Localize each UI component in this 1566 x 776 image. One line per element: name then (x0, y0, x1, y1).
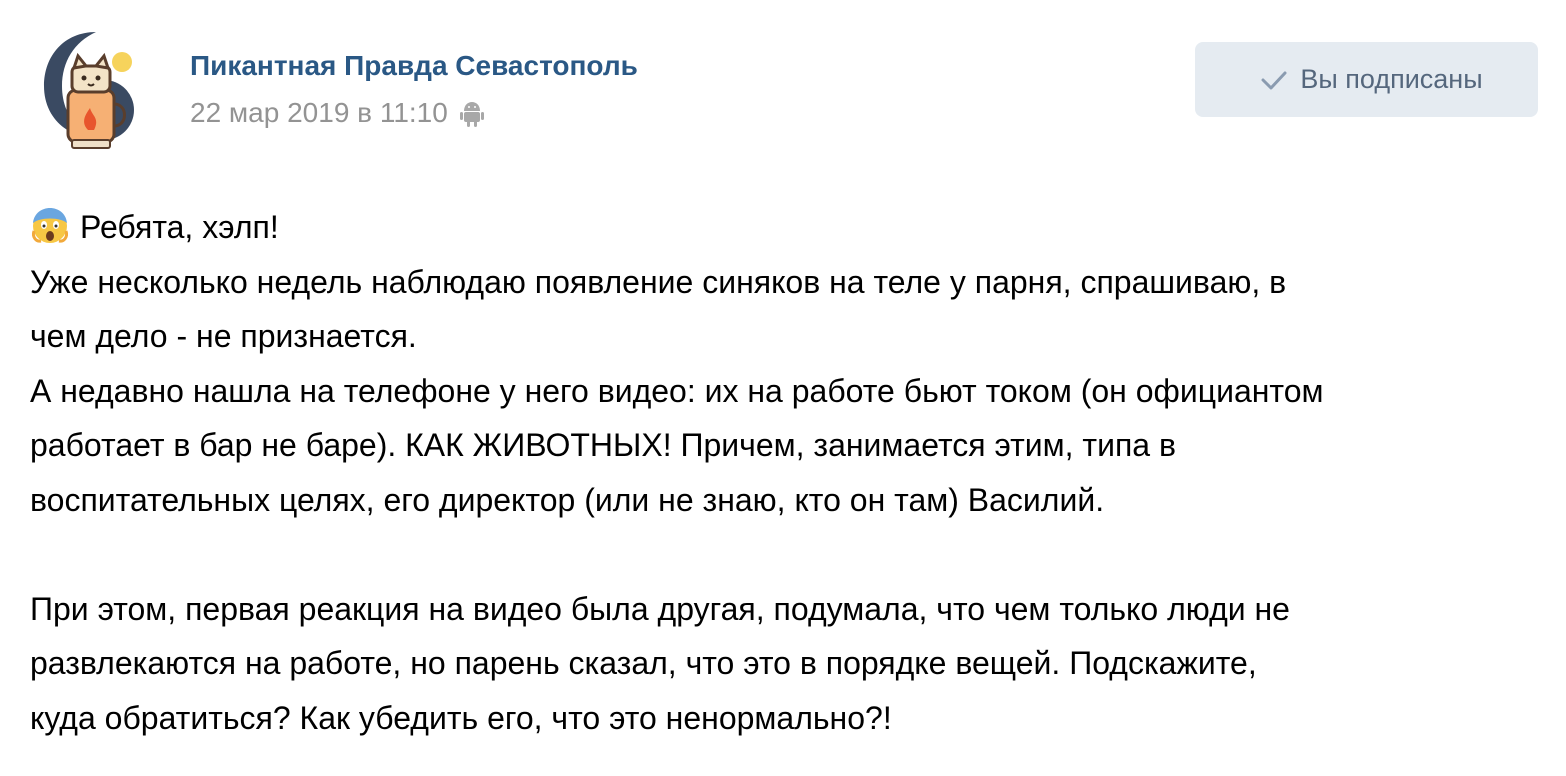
cat-in-teacup-logo-icon (44, 32, 134, 149)
post-text-line: работает в бар не баре). КАК ЖИВОТНЫХ! П… (30, 427, 1176, 463)
check-icon (1260, 69, 1288, 91)
post-text-line: куда обратиться? Как убедить его, что эт… (30, 699, 892, 736)
post-meta[interactable]: 22 мар 2019 в 11:10 (190, 95, 484, 131)
post-text-line: развлекаются на работе, но парень сказал… (30, 645, 1257, 681)
subscribed-button[interactable]: Вы подписаны (1195, 42, 1538, 117)
post-text-blank-line (30, 527, 1550, 582)
post-text-line: чем дело - не признается. (30, 318, 417, 354)
post-text-line: При этом, первая реакция на видео была д… (30, 590, 1290, 627)
post-text-line: воспитательных целях, его директор (или … (30, 481, 1105, 518)
group-name-link[interactable]: Пикантная Правда Севастополь (190, 50, 638, 82)
post-header: Пикантная Правда Севастополь 22 мар 2019… (0, 0, 1566, 160)
post-text-line: А недавно нашла на телефоне у него видео… (30, 372, 1324, 409)
group-avatar[interactable] (36, 26, 146, 154)
screaming-face-emoji-icon (30, 205, 70, 245)
post-date[interactable]: 22 мар 2019 в 11:10 (190, 97, 448, 129)
post-text-line-content: Ребята, хэлп! (80, 209, 279, 245)
post-text-line: Ребята, хэлп! (30, 200, 1550, 255)
subscribed-button-label: Вы подписаны (1300, 64, 1483, 94)
android-icon (459, 99, 484, 127)
post-text: Ребята, хэлп! Уже несколько недель наблю… (30, 200, 1550, 745)
post-text-line: Уже несколько недель наблюдаю появление … (30, 263, 1287, 300)
